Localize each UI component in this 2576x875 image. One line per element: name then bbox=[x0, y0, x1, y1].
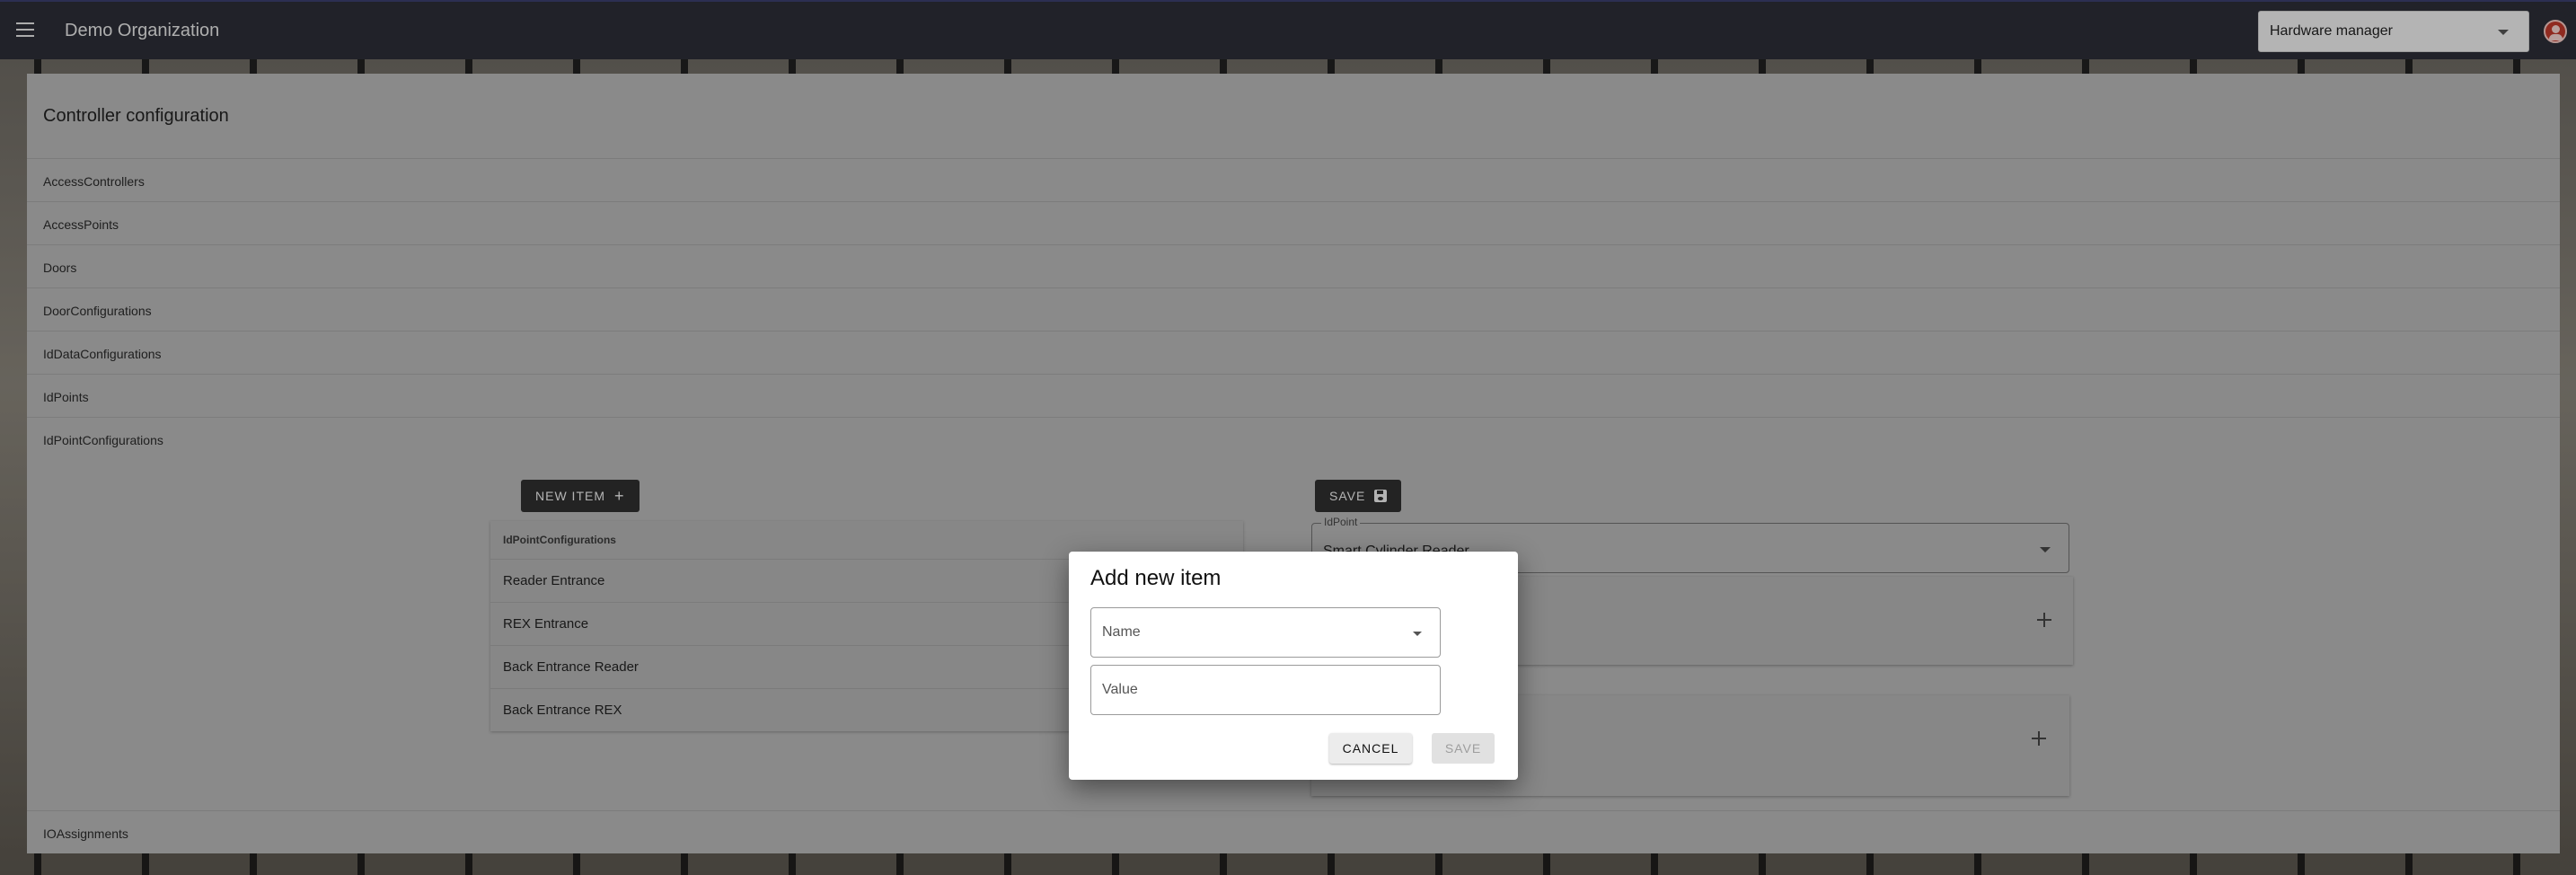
name-placeholder: Name bbox=[1102, 624, 1141, 640]
add-new-item-dialog: Add new item Name Value CANCEL SAVE bbox=[1069, 552, 1518, 780]
value-placeholder: Value bbox=[1102, 682, 1138, 697]
cancel-button[interactable]: CANCEL bbox=[1329, 733, 1412, 764]
name-select[interactable]: Name bbox=[1090, 607, 1441, 658]
chevron-down-icon bbox=[1413, 632, 1422, 636]
value-input[interactable]: Value bbox=[1090, 665, 1441, 715]
dialog-title: Add new item bbox=[1090, 566, 1222, 590]
app-root: Demo Organization Hardware manager Contr… bbox=[0, 0, 2576, 875]
dialog-save-button[interactable]: SAVE bbox=[1432, 733, 1495, 764]
